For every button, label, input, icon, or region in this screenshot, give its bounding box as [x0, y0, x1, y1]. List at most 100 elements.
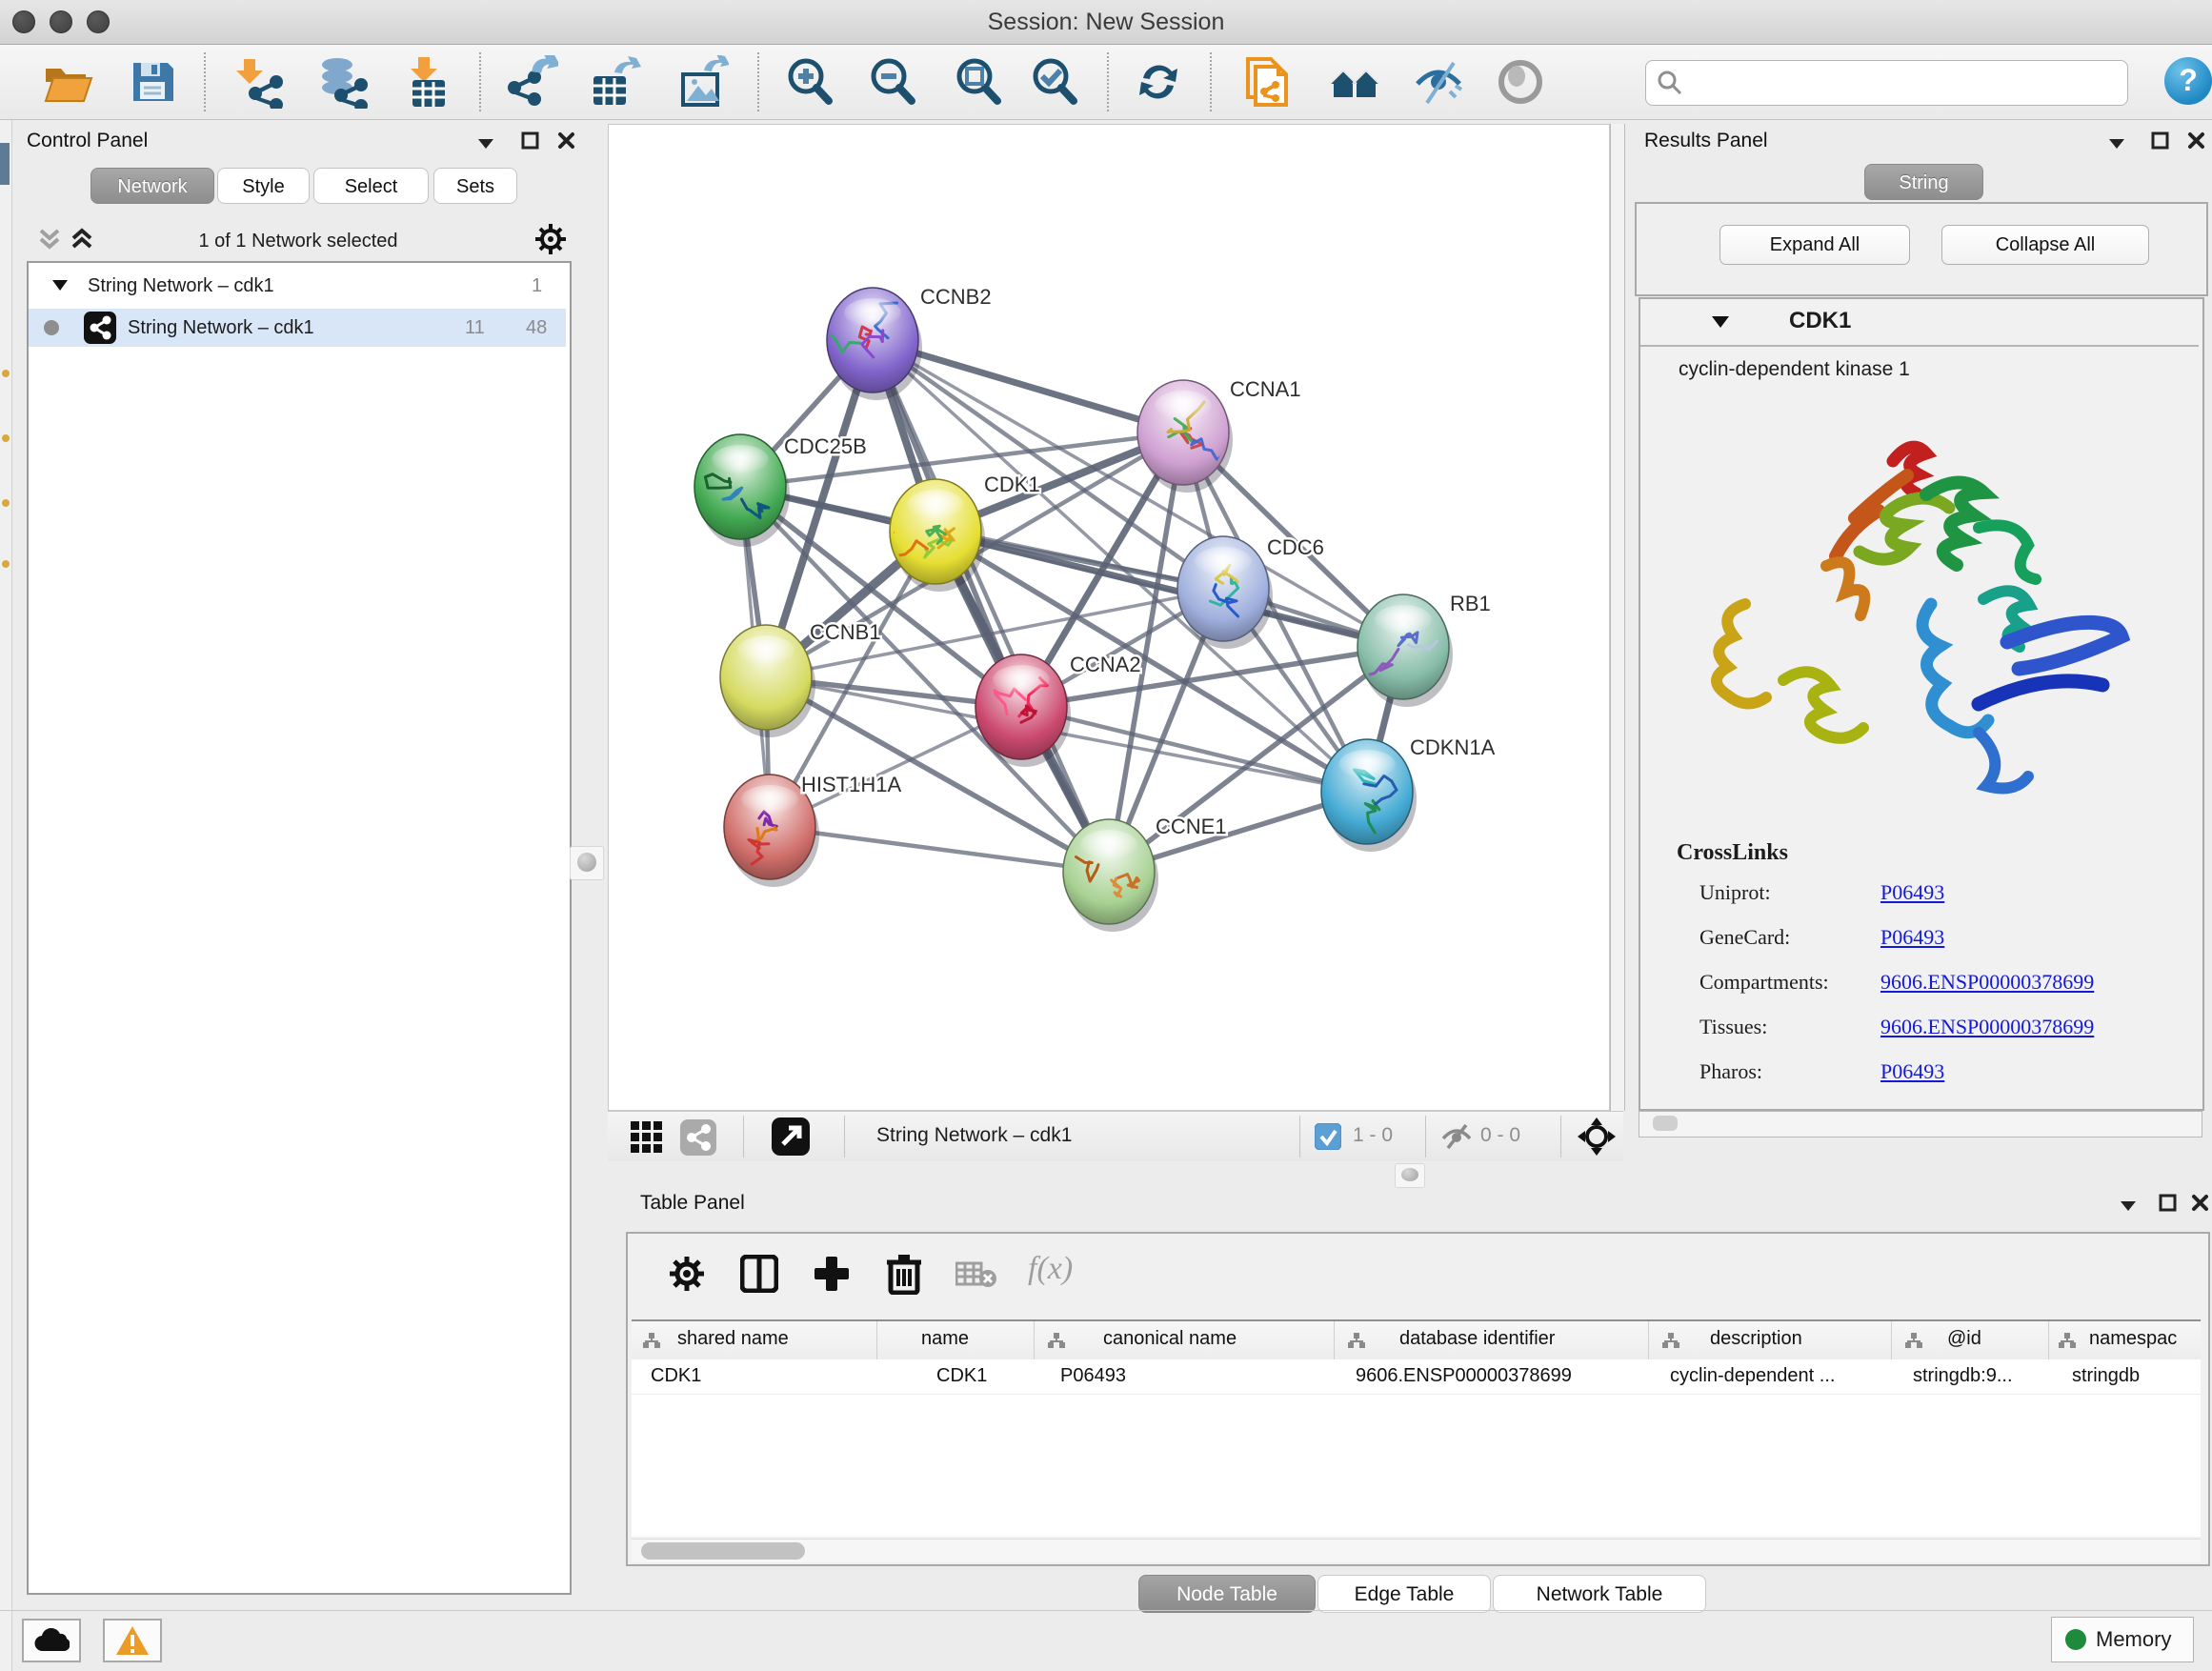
expand-all-button[interactable]: Expand All: [1719, 225, 1910, 265]
maximize-panel-icon[interactable]: [2151, 131, 2170, 151]
network-row-selected[interactable]: String Network – cdk1 11 48: [29, 309, 566, 347]
protein-card-header[interactable]: CDK1: [1640, 299, 2199, 347]
table-settings-gear-icon[interactable]: [668, 1255, 706, 1293]
tab-sets[interactable]: Sets: [433, 168, 517, 204]
tab-edge-table[interactable]: Edge Table: [1317, 1575, 1491, 1613]
delete-column-trash-icon[interactable]: [885, 1253, 923, 1295]
import-network-button[interactable]: [234, 55, 288, 109]
zoom-fit-button[interactable]: [952, 55, 1005, 109]
copy-network-button[interactable]: [1240, 55, 1294, 109]
crosslink-tissues-link[interactable]: 9606.ENSP00000378699: [1880, 1015, 2094, 1039]
column-header[interactable]: namespac: [2049, 1321, 2201, 1359]
network-scroll-strip[interactable]: [1610, 124, 1625, 1111]
column-header[interactable]: @id: [1892, 1321, 2049, 1359]
background-window-sliver: [2, 434, 10, 442]
create-column-plus-icon[interactable]: [813, 1255, 851, 1293]
bottom-splitter-handle[interactable]: [1395, 1163, 1425, 1188]
tab-style[interactable]: Style: [217, 168, 310, 204]
tree-expander-icon[interactable]: [51, 279, 69, 292]
tab-select[interactable]: Select: [313, 168, 429, 204]
tab-network[interactable]: Network: [90, 168, 214, 204]
collapse-all-button[interactable]: Collapse All: [1941, 225, 2149, 265]
selected-checkbox-icon[interactable]: [1315, 1123, 1341, 1150]
column-header[interactable]: database identifier: [1335, 1321, 1649, 1359]
network-node-CDC6[interactable]: CDC6: [1177, 535, 1324, 649]
cell-name: CDK1: [936, 1365, 987, 1387]
export-image-button[interactable]: [675, 55, 729, 109]
crosslink-uniprot-link[interactable]: P06493: [1880, 880, 1944, 905]
search-field[interactable]: [1645, 60, 2128, 106]
column-header[interactable]: description: [1649, 1321, 1892, 1359]
column-header[interactable]: canonical name: [1035, 1321, 1335, 1359]
results-scroll-thumb[interactable]: [1653, 1116, 1678, 1131]
card-expander-icon[interactable]: [1711, 315, 1730, 330]
show-columns-icon[interactable]: [740, 1255, 778, 1293]
string-network-graph[interactable]: CCNB2CCNA1CDC25BCDK1CDC6RB1CCNB1CCNA2CDK…: [609, 125, 1609, 1110]
float-panel-icon[interactable]: [2107, 137, 2126, 151]
birds-eye-toggle-icon[interactable]: [772, 1117, 810, 1156]
network-node-HIST1H1A[interactable]: HIST1H1A: [724, 773, 901, 887]
crosslink-genecard-link[interactable]: P06493: [1880, 925, 1944, 950]
hidden-eye-icon[interactable]: [1440, 1123, 1473, 1150]
warning-status-button[interactable]: [103, 1619, 162, 1662]
tab-network-table[interactable]: Network Table: [1493, 1575, 1706, 1613]
zoom-selected-icon: [1028, 55, 1081, 109]
table-hscrollbar[interactable]: [632, 1539, 2201, 1562]
zoom-in-button[interactable]: [783, 55, 836, 109]
network-node-CCNA1[interactable]: CCNA1: [1137, 377, 1301, 493]
close-panel-icon[interactable]: [2191, 1194, 2210, 1213]
save-session-button[interactable]: [126, 55, 179, 109]
cloud-status-button[interactable]: [22, 1619, 81, 1662]
background-window-sliver: [2, 370, 10, 377]
close-panel-icon[interactable]: [557, 131, 576, 151]
network-node-CCNE1[interactable]: CCNE1: [1063, 815, 1227, 932]
column-header[interactable]: shared name: [632, 1321, 877, 1359]
search-icon: [1658, 70, 1682, 95]
network-node-CCNB1[interactable]: CCNB1: [720, 620, 881, 737]
table-hscroll-thumb[interactable]: [641, 1542, 805, 1560]
cell-database-identifier: 9606.ENSP00000378699: [1356, 1365, 1572, 1387]
network-node-CCNB2[interactable]: CCNB2: [816, 285, 992, 400]
network-node-RB1[interactable]: RB1: [1357, 592, 1491, 707]
hide-selected-button[interactable]: [1412, 55, 1465, 109]
share-view-icon[interactable]: [680, 1119, 716, 1156]
network-node-CDKN1A[interactable]: CDKN1A: [1321, 735, 1496, 852]
open-session-button[interactable]: [40, 55, 93, 109]
close-panel-icon[interactable]: [2187, 131, 2206, 151]
network-view-toolbar: String Network – cdk1 1 - 0 0 - 0: [608, 1111, 1623, 1161]
tab-node-table[interactable]: Node Table: [1138, 1575, 1316, 1613]
zoom-selected-button[interactable]: [1028, 55, 1081, 109]
export-table-button[interactable]: [588, 55, 641, 109]
results-panel: Results Panel String Expand All Collapse…: [1631, 124, 2212, 1186]
maximize-panel-icon[interactable]: [2159, 1194, 2178, 1213]
crosslink-pharos-link[interactable]: P06493: [1880, 1059, 1944, 1084]
export-network-button[interactable]: [505, 55, 558, 109]
protein-name: CDK1: [1789, 308, 1851, 334]
network-options-gear-icon[interactable]: [534, 223, 567, 255]
import-network-from-database-button[interactable]: [316, 55, 370, 109]
results-scroll-strip[interactable]: [1639, 1111, 2202, 1137]
network-node-CCNA2[interactable]: CCNA2: [975, 653, 1141, 767]
column-header-label: namespac: [2089, 1328, 2177, 1350]
import-table-button[interactable]: [403, 55, 456, 109]
fit-selected-crosshair-icon[interactable]: [1578, 1117, 1616, 1156]
grid-view-icon[interactable]: [631, 1121, 663, 1154]
left-splitter-handle[interactable]: [570, 846, 604, 880]
tab-string-results[interactable]: String: [1864, 164, 1983, 200]
help-button[interactable]: ?: [2164, 57, 2212, 105]
column-header[interactable]: name: [877, 1321, 1035, 1359]
cell-canonical-name: P06493: [1060, 1365, 1126, 1387]
float-panel-icon[interactable]: [476, 137, 495, 151]
float-panel-icon[interactable]: [2119, 1199, 2138, 1213]
network-collection-row[interactable]: String Network – cdk1 1: [29, 267, 566, 305]
show-all-button[interactable]: [1494, 55, 1547, 109]
background-window-sliver: [2, 499, 10, 507]
maximize-panel-icon[interactable]: [521, 131, 540, 151]
network-canvas[interactable]: CCNB2CCNA1CDC25BCDK1CDC6RB1CCNB1CCNA2CDK…: [608, 124, 1610, 1111]
crosslink-compartments-link[interactable]: 9606.ENSP00000378699: [1880, 970, 2094, 995]
refresh-layout-button[interactable]: [1132, 55, 1185, 109]
table-row[interactable]: CDK1 CDK1 P06493 9606.ENSP00000378699 cy…: [632, 1359, 2201, 1395]
first-neighbors-button[interactable]: [1328, 55, 1381, 109]
zoom-out-button[interactable]: [866, 55, 919, 109]
memory-button[interactable]: Memory: [2051, 1617, 2194, 1662]
